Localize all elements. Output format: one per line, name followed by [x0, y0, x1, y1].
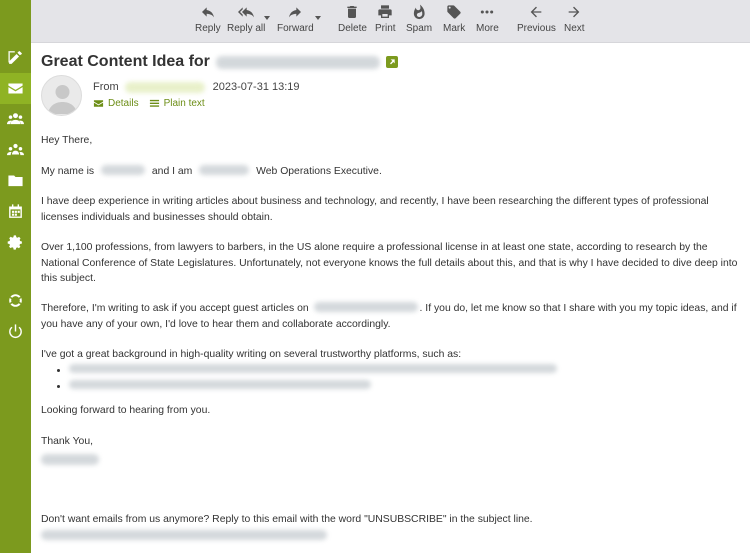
sidebar-item-mail[interactable]: [0, 73, 31, 104]
closing-line: Looking forward to hearing from you.: [41, 405, 211, 416]
paragraph-research: Over 1,100 professions, from lawyers to …: [41, 242, 738, 284]
open-external-button[interactable]: [385, 56, 398, 68]
paragraph-background: I've got a great background in high-qual…: [41, 349, 462, 360]
groups-icon: [7, 143, 24, 156]
mail-icon: [8, 83, 23, 94]
sidebar-item-groups[interactable]: [0, 134, 31, 165]
arrow-left-icon: [531, 6, 542, 18]
delete-button[interactable]: Delete: [338, 4, 367, 40]
settings-icon: [7, 235, 22, 250]
message-date: 2023-07-31 13:19: [212, 81, 300, 93]
redacted-domain: [215, 55, 380, 69]
list-item: [69, 363, 557, 379]
list-item: [69, 379, 557, 395]
next-button[interactable]: Next: [564, 4, 585, 40]
trash-icon: [347, 6, 358, 18]
header-links: Details Plain text: [93, 98, 215, 109]
reply-all-icon: [238, 7, 255, 18]
tag-icon: [447, 5, 461, 19]
redacted-company: [199, 165, 250, 175]
portfolio-links-list: [69, 363, 557, 394]
plain-text-link[interactable]: Plain text: [149, 98, 205, 109]
redacted-name: [101, 165, 146, 175]
sender-avatar: [41, 75, 82, 116]
left-sidebar: [0, 0, 31, 553]
mark-button[interactable]: Mark: [443, 4, 465, 40]
sidebar-item-help[interactable]: [0, 285, 31, 316]
previous-button[interactable]: Previous: [517, 4, 556, 40]
sidebar-item-contacts[interactable]: [0, 103, 31, 134]
intro-paragraph: My name is and I am Web Operations Execu…: [41, 165, 382, 177]
print-button[interactable]: Print: [375, 4, 396, 40]
unsubscribe-footer: Don't want emails from us anymore? Reply…: [41, 514, 533, 525]
from-row: From 2023-07-31 13:19: [93, 81, 300, 93]
redacted-site: [313, 302, 418, 312]
help-icon: [7, 292, 24, 309]
calendar-icon: [9, 204, 22, 218]
contacts-icon: [7, 113, 24, 125]
redacted-signature: [41, 454, 99, 465]
message-subject: Great Content Idea for: [41, 53, 210, 70]
redacted-link[interactable]: [69, 379, 371, 389]
redacted-sender[interactable]: [124, 81, 205, 93]
spam-button[interactable]: Spam: [406, 4, 432, 40]
sidebar-item-settings[interactable]: [0, 227, 31, 258]
folder-icon: [8, 175, 23, 187]
sidebar-item-folders[interactable]: [0, 165, 31, 196]
forward-button[interactable]: Forward: [277, 4, 314, 40]
flame-icon: [413, 4, 425, 20]
paragraph-experience: I have deep experience in writing articl…: [41, 196, 709, 223]
redacted-link[interactable]: [69, 364, 557, 373]
reply-all-dropdown-caret[interactable]: [264, 16, 270, 20]
more-button[interactable]: More: [476, 4, 499, 40]
sidebar-item-calendar[interactable]: [0, 196, 31, 227]
text-lines-icon: [149, 99, 159, 107]
message-toolbar: Reply Reply all Forward Delete Print Spa…: [31, 0, 750, 43]
arrow-right-icon: [568, 6, 580, 18]
reply-icon: [201, 7, 214, 18]
print-icon: [378, 5, 392, 18]
forward-icon: [289, 7, 302, 18]
reply-all-button[interactable]: Reply all: [227, 4, 265, 40]
paragraph-request: Therefore, I'm writing to ask if you acc…: [41, 302, 737, 330]
more-dots-icon: [481, 10, 494, 14]
external-link-icon: [389, 59, 395, 65]
sidebar-item-logout[interactable]: [0, 316, 31, 347]
redacted-footer-address: [41, 530, 327, 540]
details-link[interactable]: Details: [93, 98, 139, 109]
greeting: Hey There,: [41, 135, 93, 146]
logout-icon: [9, 324, 22, 339]
forward-dropdown-caret[interactable]: [315, 16, 321, 20]
from-label: From: [93, 81, 119, 93]
compose-icon: [8, 51, 22, 64]
reply-button[interactable]: Reply: [195, 4, 221, 40]
person-icon: [48, 85, 77, 114]
subject-row: Great Content Idea for: [41, 51, 398, 73]
sign-off: Thank You,: [41, 436, 93, 447]
envelope-icon: [93, 100, 104, 107]
sidebar-item-compose[interactable]: [0, 42, 31, 73]
